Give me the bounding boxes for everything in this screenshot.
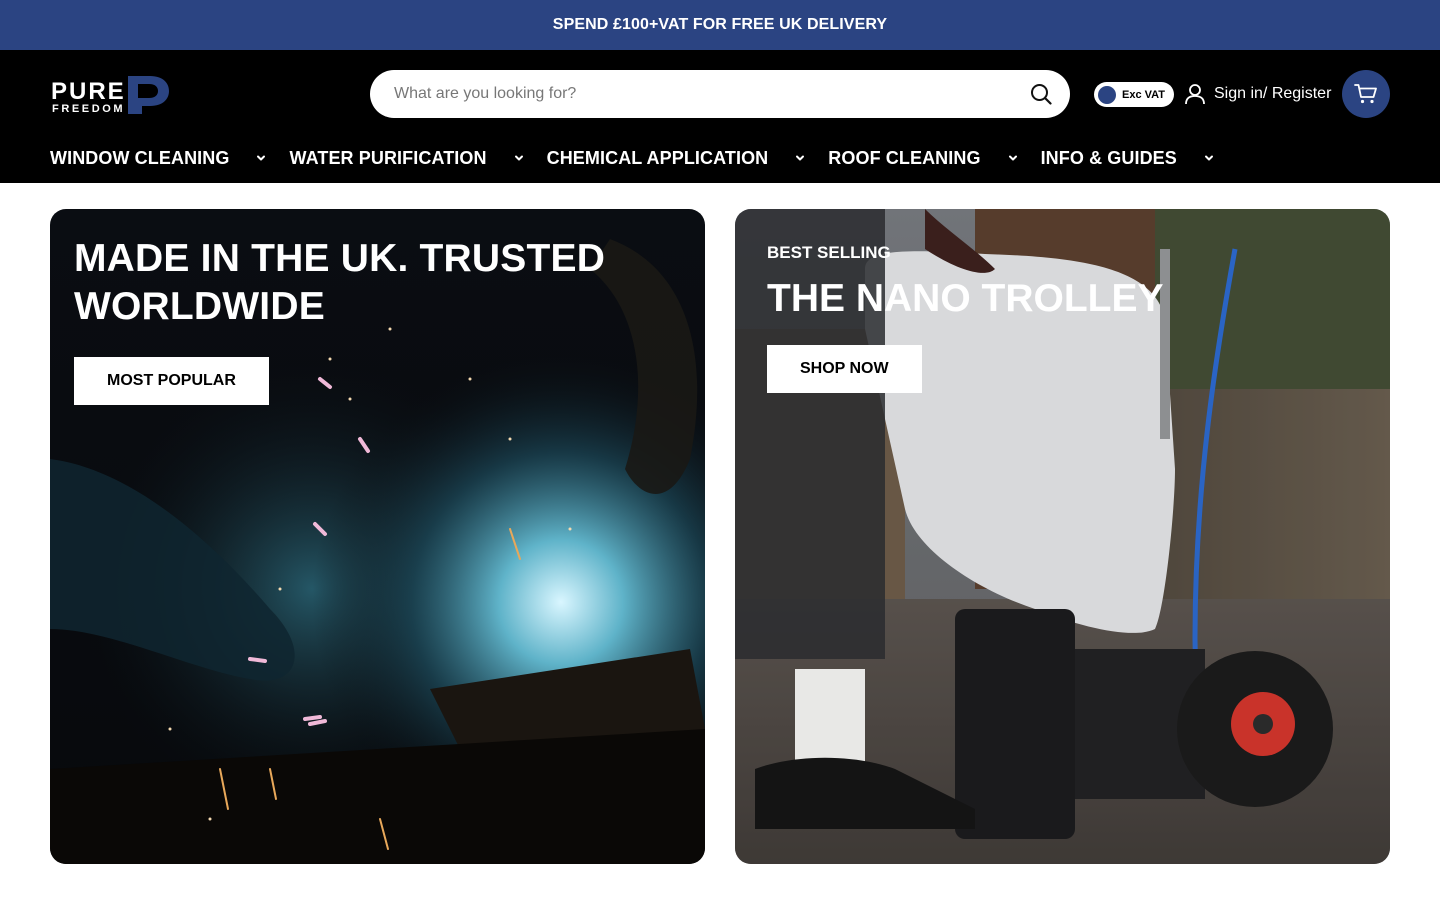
hero-card-nano-trolley[interactable]: BEST SELLING THE NANO TROLLEY SHOP NOW (735, 209, 1390, 864)
nav-item-roof-cleaning[interactable]: ROOF CLEANING (828, 148, 1018, 169)
main-nav: WINDOW CLEANING WATER PURIFICATION CHEMI… (50, 146, 1237, 170)
chevron-down-icon (1007, 152, 1019, 164)
hero-right-eyebrow: BEST SELLING (767, 243, 891, 262)
nav-item-chemical-application[interactable]: CHEMICAL APPLICATION (547, 148, 807, 169)
hero-section: MADE IN THE UK. TRUSTED WORLDWIDE MOST P… (50, 209, 1390, 864)
site-logo[interactable]: PURE FREEDOM (50, 74, 170, 116)
hero-right-heading: THE NANO TROLLEY (767, 277, 1164, 320)
chevron-down-icon (513, 152, 525, 164)
hero-left-heading: MADE IN THE UK. TRUSTED WORLDWIDE (74, 237, 606, 328)
search-input[interactable] (394, 85, 1028, 103)
account-link[interactable]: Sign in/ Register (1184, 83, 1331, 105)
cart-button[interactable] (1342, 70, 1390, 118)
logo-word-bottom: FREEDOM (52, 103, 125, 115)
vat-toggle-knob (1098, 85, 1116, 104)
most-popular-button[interactable]: MOST POPULAR (74, 357, 269, 405)
announcement-bar: SPEND £100+VAT FOR FREE UK DELIVERY (0, 0, 1440, 50)
account-label: Sign in/ Register (1214, 85, 1332, 102)
user-icon (1184, 83, 1206, 105)
nav-item-info-guides[interactable]: INFO & GUIDES (1041, 148, 1215, 169)
chevron-down-icon (1203, 152, 1215, 164)
search-icon[interactable] (1028, 81, 1054, 107)
nav-item-window-cleaning[interactable]: WINDOW CLEANING (50, 148, 267, 169)
search-bar (370, 70, 1070, 118)
hero-card-made-in-uk[interactable]: MADE IN THE UK. TRUSTED WORLDWIDE MOST P… (50, 209, 705, 864)
chevron-down-icon (255, 152, 267, 164)
vat-toggle-label: Exc VAT (1122, 88, 1165, 101)
nav-item-water-purification[interactable]: WATER PURIFICATION (289, 148, 524, 169)
cart-icon (1354, 83, 1378, 105)
vat-toggle[interactable]: Exc VAT (1094, 82, 1174, 107)
announcement-text: SPEND £100+VAT FOR FREE UK DELIVERY (552, 16, 888, 33)
site-header: PURE FREEDOM Exc VAT Sign in/ Register W… (0, 50, 1440, 183)
logo-word-top: PURE (51, 78, 126, 105)
chevron-down-icon (794, 152, 806, 164)
shop-now-button[interactable]: SHOP NOW (767, 345, 922, 393)
